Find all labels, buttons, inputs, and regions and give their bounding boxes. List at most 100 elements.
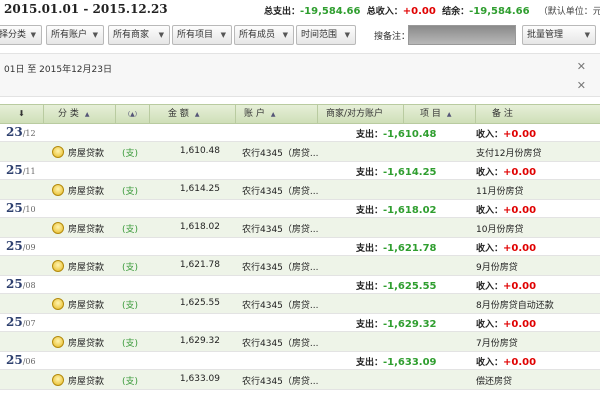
- day-group: 25/07 支出：-1,629.32 收入：+0.00 房屋贷款 (支) 1,6…: [0, 314, 600, 352]
- active-filter-text: 01日 至 2015年12月23日: [4, 65, 112, 75]
- transaction-type: (支): [122, 263, 139, 273]
- table-header: ⬇ 分 类 ▲ (▲) 金 额 ▲ 账 户 ▲ 商家/对方账户 项 目 ▲ 备 注: [0, 104, 600, 124]
- totals-summary: 总支出：-19,584.66 总收入：+0.00 结余：-19,584.66 （…: [264, 4, 600, 17]
- transaction-row[interactable]: 房屋贷款 (支) 1,614.25 农行4345（房贷... 11月份房贷: [0, 180, 600, 200]
- account-header-label: 账 户: [244, 109, 265, 119]
- transaction-row[interactable]: 房屋贷款 (支) 1,629.32 农行4345（房贷... 7月份房贷: [0, 332, 600, 352]
- unit-note: （默认单位：元）: [538, 7, 600, 17]
- transaction-type: (支): [122, 149, 139, 159]
- date-range-title: 2015.01.01 - 2015.12.23: [4, 2, 168, 16]
- account-column-header[interactable]: 账 户 ▲: [236, 105, 318, 123]
- transaction-category: 房屋贷款: [68, 377, 105, 387]
- note-header-label: 备 注: [492, 109, 513, 119]
- member-filter-dropdown[interactable]: 所有成员 ▼: [234, 25, 294, 45]
- house-loan-icon: [52, 222, 64, 234]
- amount-header-label: 金 额: [168, 109, 189, 119]
- transaction-account: 农行4345（房贷...: [242, 187, 319, 197]
- summary-header: 2015.01.01 - 2015.12.23 总支出：-19,584.66 总…: [0, 0, 600, 20]
- day-group: 25/10 支出：-1,618.02 收入：+0.00 房屋贷款 (支) 1,6…: [0, 200, 600, 238]
- transaction-category: 房屋贷款: [68, 149, 105, 159]
- day-summary-row: 25/10 支出：-1,618.02 收入：+0.00: [0, 200, 600, 218]
- transaction-row[interactable]: 房屋贷款 (支) 1,618.02 农行4345（房贷... 10月份房贷: [0, 218, 600, 238]
- transaction-account: 农行4345（房贷...: [242, 377, 319, 387]
- day-group: 25/11 支出：-1,614.25 收入：+0.00 房屋贷款 (支) 1,6…: [0, 162, 600, 200]
- transaction-account: 农行4345（房贷...: [242, 339, 319, 349]
- day-expense: 支出：-1,621.78: [356, 243, 437, 254]
- total-expense-value: -19,584.66: [300, 6, 361, 17]
- day-income: 收入：+0.00: [476, 357, 537, 368]
- transaction-type: (支): [122, 377, 139, 387]
- day-date: 25/08: [6, 277, 36, 291]
- amount-column-header[interactable]: 金 额 ▲: [150, 105, 236, 123]
- transaction-amount: 1,614.25: [179, 184, 220, 194]
- sort-up-icon: ▲: [446, 111, 452, 118]
- house-loan-icon: [52, 184, 64, 196]
- day-expense: 支出：-1,610.48: [356, 129, 437, 140]
- time-range-label: 时间范围: [301, 30, 338, 40]
- note-column-header[interactable]: 备 注: [476, 105, 600, 123]
- transaction-account: 农行4345（房贷...: [242, 149, 319, 159]
- merchant-column-header[interactable]: 商家/对方账户: [318, 105, 404, 123]
- merchant-filter-label: 所有商家: [113, 30, 150, 40]
- active-filter-panel: 01日 至 2015年12月23日 ✕ ✕: [0, 53, 600, 97]
- category-filter-dropdown[interactable]: 择分类 ▼: [0, 25, 42, 45]
- merchant-filter-dropdown[interactable]: 所有商家 ▼: [108, 25, 170, 45]
- transaction-row[interactable]: 房屋贷款 (支) 1,610.48 农行4345（房贷... 支付12月份房贷: [0, 142, 600, 162]
- transaction-category: 房屋贷款: [68, 225, 105, 235]
- day-summary-row: 25/06 支出：-1,633.09 收入：+0.00: [0, 352, 600, 370]
- sort-down-icon: ⬇: [18, 109, 25, 118]
- close-icon[interactable]: ✕: [577, 79, 586, 92]
- total-income-value: +0.00: [402, 6, 436, 17]
- sort-up-icon: ▲: [270, 111, 276, 118]
- close-icon[interactable]: ✕: [577, 60, 586, 73]
- time-range-dropdown[interactable]: 时间范围 ▼: [296, 25, 356, 45]
- chevron-down-icon: ▼: [92, 31, 98, 39]
- merchant-header-label: 商家/对方账户: [326, 109, 384, 119]
- transaction-row[interactable]: 房屋贷款 (支) 1,621.78 农行4345（房贷... 9月份房贷: [0, 256, 600, 276]
- account-filter-label: 所有账户: [51, 30, 88, 40]
- category-header-label: 分 类: [58, 109, 79, 119]
- sort-up-icon: ▲: [194, 111, 200, 118]
- transaction-amount: 1,621.78: [179, 260, 220, 270]
- day-date: 25/07: [6, 315, 36, 329]
- transaction-amount: 1,629.32: [179, 336, 220, 346]
- category-column-header[interactable]: 分 类 ▲: [44, 105, 116, 123]
- transaction-amount: 1,610.48: [179, 146, 220, 156]
- balance-value: -19,584.66: [469, 6, 530, 17]
- day-summary-row: 23/12 支出：-1,610.48 收入：+0.00: [0, 124, 600, 142]
- day-summary-row: 25/09 支出：-1,621.78 收入：+0.00: [0, 238, 600, 256]
- day-group: 23/12 支出：-1,610.48 收入：+0.00 房屋贷款 (支) 1,6…: [0, 124, 600, 162]
- batch-manage-dropdown[interactable]: 批量管理 ▼: [522, 25, 596, 45]
- day-summary-row: 25/11 支出：-1,614.25 收入：+0.00: [0, 162, 600, 180]
- day-date: 23/12: [6, 125, 36, 139]
- transaction-type: (支): [122, 339, 139, 349]
- house-loan-icon: [52, 146, 64, 158]
- transaction-type: (支): [122, 301, 139, 311]
- transaction-note: 7月份房贷: [476, 339, 518, 349]
- transaction-account: 农行4345（房贷...: [242, 263, 319, 273]
- chevron-down-icon: ▼: [344, 31, 350, 39]
- day-date: 25/09: [6, 239, 36, 253]
- transaction-note: 支付12月份房贷: [476, 149, 542, 159]
- day-expense: 支出：-1,629.32: [356, 319, 437, 330]
- transaction-row[interactable]: 房屋贷款 (支) 1,633.09 农行4345（房贷... 偿还房贷: [0, 370, 600, 390]
- project-filter-dropdown[interactable]: 所有项目 ▼: [172, 25, 232, 45]
- day-date: 25/11: [6, 163, 36, 177]
- search-note-label: 搜备注：: [374, 32, 411, 42]
- type-sort-header[interactable]: (▲): [116, 105, 150, 123]
- transaction-row[interactable]: 房屋贷款 (支) 1,625.55 农行4345（房贷... 8月份房贷自动还款: [0, 294, 600, 314]
- day-summary-row: 25/07 支出：-1,629.32 收入：+0.00: [0, 314, 600, 332]
- house-loan-icon: [52, 374, 64, 386]
- chevron-down-icon: ▼: [220, 31, 226, 39]
- transaction-amount: 1,633.09: [179, 374, 220, 384]
- date-sort-header[interactable]: ⬇: [0, 105, 44, 123]
- day-income: 收入：+0.00: [476, 129, 537, 140]
- day-income: 收入：+0.00: [476, 319, 537, 330]
- project-column-header[interactable]: 项 目 ▲: [404, 105, 476, 123]
- house-loan-icon: [52, 260, 64, 272]
- search-note-input[interactable]: [408, 25, 516, 45]
- account-filter-dropdown[interactable]: 所有账户 ▼: [46, 25, 104, 45]
- transaction-note: 9月份房贷: [476, 263, 518, 273]
- transaction-category: 房屋贷款: [68, 301, 105, 311]
- transaction-note: 8月份房贷自动还款: [476, 301, 554, 311]
